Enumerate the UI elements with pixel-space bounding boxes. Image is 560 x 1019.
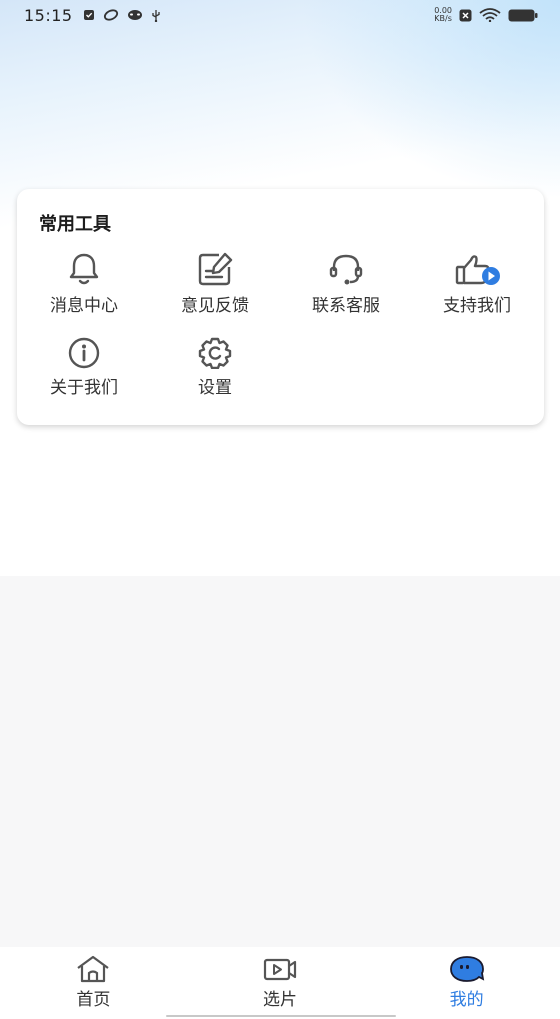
tool-feedback[interactable]: 意见反馈 <box>160 251 270 321</box>
tab-home[interactable]: 首页 <box>0 947 187 1019</box>
tab-label: 我的 <box>449 990 484 1010</box>
tool-contact-service[interactable]: 联系客服 <box>291 251 401 321</box>
tool-label: 意见反馈 <box>181 296 249 316</box>
battery-icon <box>508 9 538 21</box>
tool-label: 联系客服 <box>312 296 380 316</box>
card-title: 常用工具 <box>39 214 111 235</box>
wifi-icon <box>479 8 501 22</box>
tool-label: 支持我们 <box>443 296 511 316</box>
tab-mine[interactable]: 我的 <box>373 947 560 1019</box>
tool-support-us[interactable]: 支持我们 <box>422 251 532 321</box>
tab-label: 首页 <box>76 990 111 1010</box>
tool-message-center[interactable]: 消息中心 <box>29 251 139 321</box>
status-system-icons: 0.00 KB/s <box>434 7 538 23</box>
sync-icon <box>103 9 118 21</box>
headset-icon <box>329 254 363 285</box>
tool-label: 设置 <box>198 378 232 398</box>
status-time: 15:15 <box>24 5 73 25</box>
profile-bubble-icon <box>449 956 484 982</box>
tool-about-us[interactable]: 关于我们 <box>29 337 139 407</box>
mask-icon <box>127 10 142 20</box>
thumbs-up-play-icon <box>455 255 500 285</box>
tab-label: 选片 <box>263 990 297 1010</box>
usb-icon <box>151 9 160 22</box>
network-speed: 0.00 KB/s <box>434 7 452 23</box>
shield-check-icon <box>83 10 94 20</box>
tool-label: 关于我们 <box>50 378 118 398</box>
info-icon <box>68 337 100 369</box>
no-sim-icon <box>459 9 472 21</box>
feedback-edit-icon <box>198 252 233 286</box>
network-speed-unit: KB/s <box>434 14 452 23</box>
status-bar: 15:15 0.00 KB/s <box>0 0 560 30</box>
home-icon <box>77 955 109 983</box>
video-icon <box>263 958 297 981</box>
bottom-tab-bar: 首页 选片 我的 <box>0 947 560 1019</box>
bell-icon <box>69 253 99 285</box>
common-tools-card: 常用工具 消息中心 意见反馈 联系客服 支持我们 关于我们 设置 <box>17 189 544 425</box>
tab-select-film[interactable]: 选片 <box>187 947 374 1019</box>
tool-settings[interactable]: 设置 <box>160 337 270 407</box>
gear-icon <box>198 337 232 369</box>
status-notification-icons <box>83 9 161 22</box>
tool-label: 消息中心 <box>50 296 118 316</box>
home-indicator[interactable] <box>166 1015 396 1017</box>
